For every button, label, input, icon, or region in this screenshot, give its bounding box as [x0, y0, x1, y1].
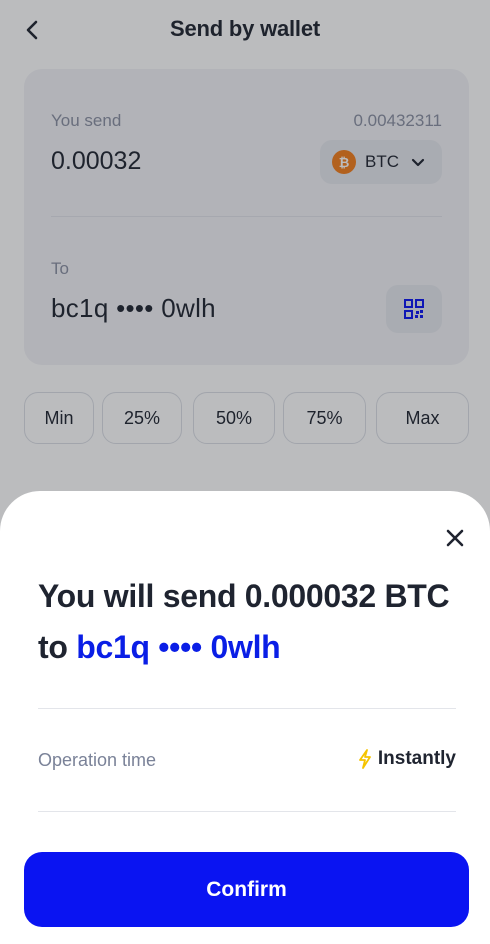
sheet-divider-top	[38, 708, 456, 709]
operation-time-label: Operation time	[38, 750, 157, 770]
close-button[interactable]	[440, 523, 470, 553]
operation-time-value: Instantly	[358, 748, 456, 770]
sheet-divider-bottom	[38, 811, 456, 812]
lightning-icon	[358, 749, 371, 769]
operation-time-text: Instantly	[377, 748, 456, 769]
confirm-title: You will send 0.000032 BTC to bc1q •••• …	[38, 571, 458, 673]
close-icon	[446, 529, 464, 547]
confirm-sheet: You will send 0.000032 BTC to bc1q •••• …	[0, 491, 490, 944]
confirm-button[interactable]: Confirm	[24, 852, 469, 927]
confirm-title-address: bc1q •••• 0wlh	[76, 629, 281, 665]
